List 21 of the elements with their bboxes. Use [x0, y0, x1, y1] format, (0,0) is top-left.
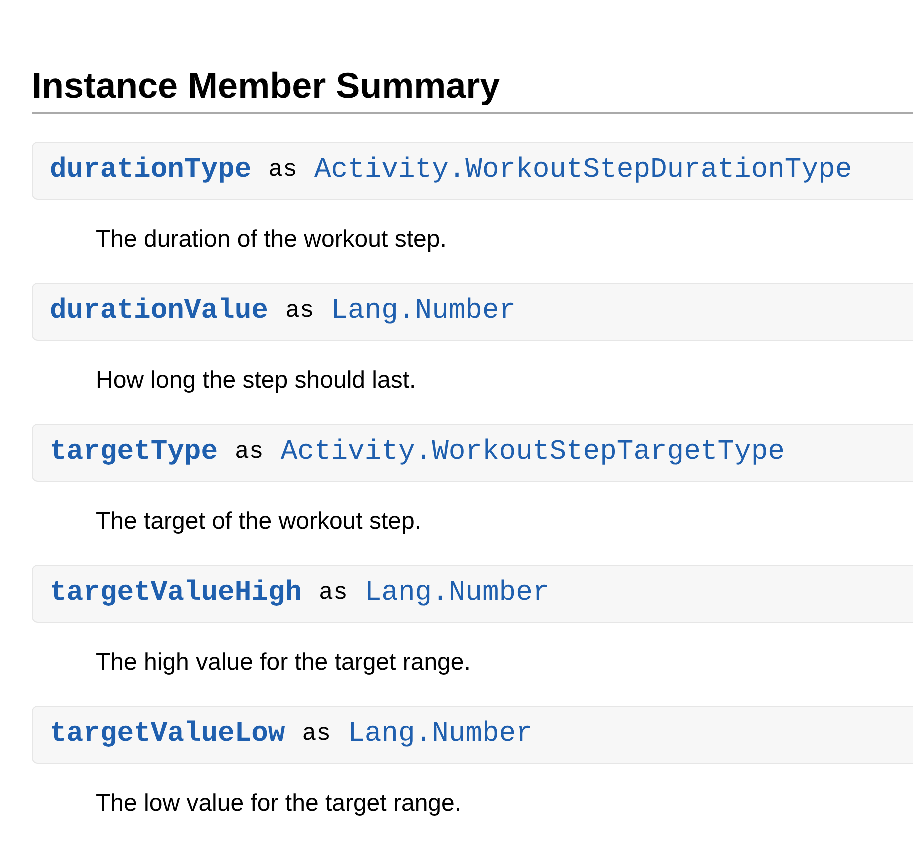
member-name[interactable]: targetValueLow: [50, 714, 286, 756]
type-link[interactable]: Lang.Number: [348, 714, 533, 756]
keyword-text: as: [285, 297, 314, 327]
member-description: The duration of the workout step.: [96, 225, 447, 255]
member-name[interactable]: durationValue: [50, 291, 268, 333]
type-link[interactable]: Lang.Number: [331, 291, 516, 333]
member-name[interactable]: targetType: [50, 432, 218, 474]
type-link[interactable]: Activity.WorkoutStepDurationType: [314, 150, 852, 192]
section-heading: Instance Member Summary: [32, 64, 500, 108]
member-description: How long the step should last.: [96, 366, 416, 396]
keyword-text: as: [268, 156, 298, 186]
member-description: The high value for the target range.: [96, 648, 471, 678]
member-description: The low value for the target range.: [96, 789, 462, 819]
member-name[interactable]: targetValueHigh: [50, 573, 302, 615]
type-link[interactable]: Lang.Number: [364, 573, 550, 615]
keyword-text: as: [235, 438, 264, 468]
type-link[interactable]: Activity.WorkoutStepTargetType: [280, 432, 785, 474]
keyword-text: as: [319, 579, 348, 609]
member-name[interactable]: durationType: [50, 150, 252, 192]
keyword-text: as: [302, 720, 332, 750]
member-description: The target of the workout step.: [96, 507, 422, 537]
